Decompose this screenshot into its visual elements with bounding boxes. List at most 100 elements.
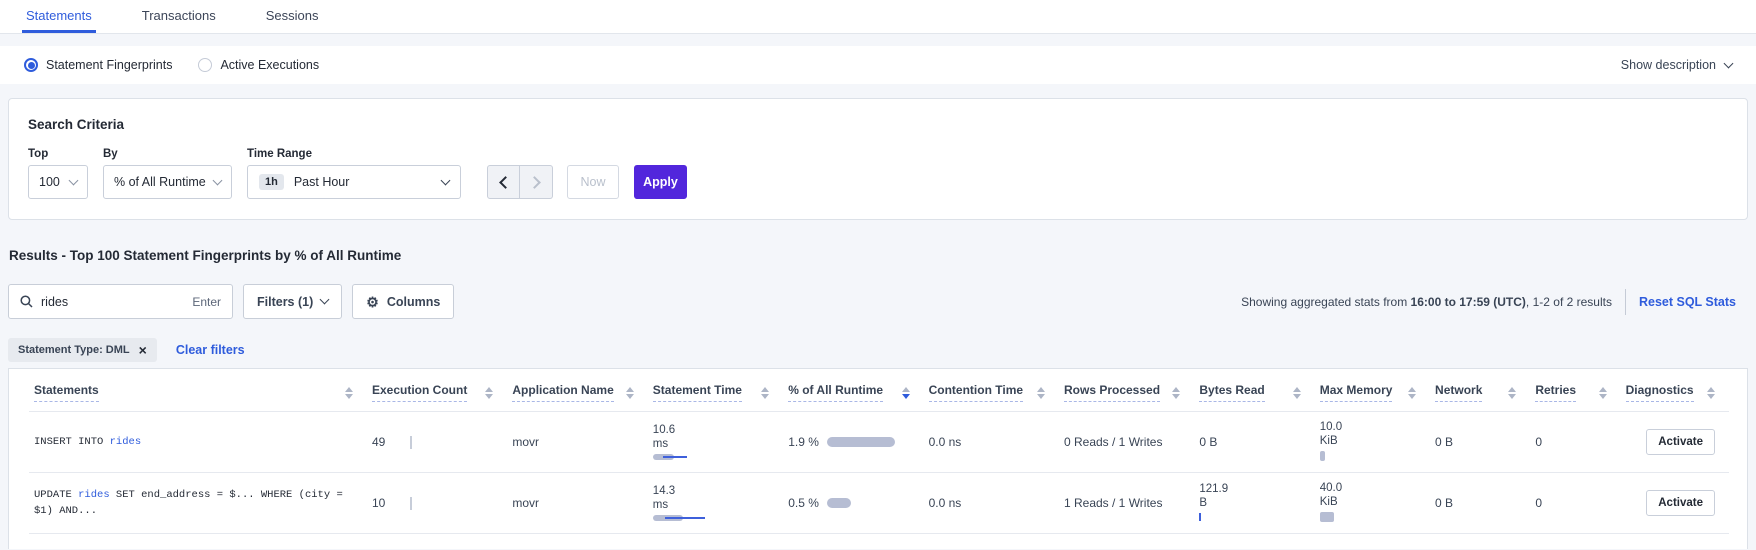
col-header-max-memory[interactable]: Max Memory (1315, 369, 1430, 412)
search-box: Enter (8, 284, 233, 319)
statement-time-cell: 10.6ms (648, 412, 783, 473)
time-range-label: Time Range (247, 148, 461, 160)
pct-runtime-bar (827, 437, 895, 447)
col-header-retries[interactable]: Retries (1530, 369, 1620, 412)
filters-button[interactable]: Filters (1) (243, 284, 342, 319)
max-memory-bar (1320, 451, 1325, 461)
contention-time-cell: 0.0 ns (924, 412, 1059, 473)
bytes-read-bar (1199, 513, 1201, 521)
by-label: By (103, 148, 232, 160)
col-header-application-name[interactable]: Application Name (507, 369, 647, 412)
time-range-badge: 1h (259, 174, 284, 190)
col-header-pct-of-all-runtime[interactable]: % of All Runtime (783, 369, 923, 412)
col-header-rows-processed[interactable]: Rows Processed (1059, 369, 1194, 412)
filter-chip-statement-type: Statement Type: DML × (8, 338, 157, 362)
sort-icon (761, 387, 769, 399)
statement-cell: INSERT INTO rides (29, 412, 367, 473)
col-header-contention-time[interactable]: Contention Time (924, 369, 1059, 412)
rows-processed-cell: 0 Reads / 1 Writes (1059, 412, 1194, 473)
activate-diagnostics-button[interactable]: Activate (1646, 490, 1715, 516)
time-range-value: Past Hour (294, 175, 432, 189)
contention-time-cell: 0.0 ns (924, 473, 1059, 534)
chevron-down-icon (1724, 58, 1734, 68)
sort-icon (1707, 387, 1715, 399)
pct-runtime-cell: 1.9 % (783, 412, 923, 473)
table-row: INSERT INTO rides 49 movr 10.6ms 1.9 % 0… (29, 412, 1729, 473)
diagnostics-cell: Activate (1621, 412, 1729, 473)
by-field: By % of All Runtime (103, 148, 232, 199)
remove-filter-icon[interactable]: × (139, 343, 147, 357)
top-field: Top 100 (28, 148, 88, 199)
radio-label: Active Executions (220, 58, 319, 72)
sort-icon (1172, 387, 1180, 399)
show-description-label: Show description (1621, 58, 1716, 72)
statement-link[interactable]: rides (110, 436, 142, 448)
bytes-read-cell: 121.9B (1194, 473, 1314, 534)
col-header-diagnostics[interactable]: Diagnostics (1621, 369, 1729, 412)
apply-button[interactable]: Apply (634, 165, 687, 199)
columns-button[interactable]: ⚙ Columns (352, 284, 454, 319)
time-range-select[interactable]: 1h Past Hour (247, 165, 461, 199)
statement-cell: UPDATE rides SET end_address = $... WHER… (29, 473, 367, 534)
tab-sessions[interactable]: Sessions (262, 0, 323, 33)
filter-chip-row: Statement Type: DML × Clear filters (8, 338, 1748, 362)
chevron-right-icon (528, 176, 541, 189)
stats-range: 16:00 to 17:59 (UTC) (1411, 295, 1526, 309)
sort-icon (1599, 387, 1607, 399)
filter-chip-label: Statement Type: DML (18, 344, 130, 356)
col-header-statement-time[interactable]: Statement Time (648, 369, 783, 412)
sort-icon (1408, 387, 1416, 399)
now-button[interactable]: Now (567, 165, 619, 199)
retries-cell: 0 (1530, 412, 1620, 473)
statements-table-card: Statements Execution Count Application N… (8, 368, 1748, 549)
show-description-toggle[interactable]: Show description (1621, 58, 1732, 72)
network-cell: 0 B (1430, 473, 1530, 534)
time-pager (487, 165, 553, 199)
retries-cell: 0 (1530, 473, 1620, 534)
sort-icon (626, 387, 634, 399)
network-cell: 0 B (1430, 412, 1530, 473)
col-header-bytes-read[interactable]: Bytes Read (1194, 369, 1314, 412)
stats-summary: Showing aggregated stats from 16:00 to 1… (1241, 295, 1612, 309)
execution-count-cell: 49 (367, 412, 507, 473)
col-header-network[interactable]: Network (1430, 369, 1530, 412)
gear-icon: ⚙ (366, 295, 379, 309)
chevron-down-icon (213, 175, 223, 185)
time-range-field: Time Range 1h Past Hour (247, 148, 461, 199)
tab-statements[interactable]: Statements (22, 0, 96, 33)
search-icon (20, 295, 33, 308)
filters-button-label: Filters (1) (257, 295, 313, 309)
bytes-read-cell: 0 B (1194, 412, 1314, 473)
radio-label: Statement Fingerprints (46, 58, 172, 72)
col-header-execution-count[interactable]: Execution Count (367, 369, 507, 412)
prev-time-button[interactable] (487, 165, 520, 199)
search-input[interactable] (41, 295, 184, 309)
col-header-statements[interactable]: Statements (29, 369, 367, 412)
search-criteria-title: Search Criteria (28, 117, 1728, 132)
statement-link[interactable]: rides (78, 489, 110, 501)
radio-selected-icon (24, 58, 38, 72)
search-criteria-card: Search Criteria Top 100 By % of All Runt… (8, 98, 1748, 220)
columns-button-label: Columns (387, 295, 440, 309)
top-select[interactable]: 100 (28, 165, 88, 199)
radio-active-executions[interactable]: Active Executions (198, 58, 319, 72)
pct-runtime-cell: 0.5 % (783, 473, 923, 534)
next-time-button[interactable] (520, 165, 553, 199)
reset-sql-stats-link[interactable]: Reset SQL Stats (1639, 295, 1736, 309)
activate-diagnostics-button[interactable]: Activate (1646, 429, 1715, 455)
application-name-cell: movr (507, 473, 647, 534)
chevron-down-icon (69, 175, 79, 185)
rows-processed-cell: 1 Reads / 1 Writes (1059, 473, 1194, 534)
chevron-down-icon (320, 295, 330, 305)
sort-icon (1508, 387, 1516, 399)
pct-runtime-bar (827, 498, 851, 508)
by-select[interactable]: % of All Runtime (103, 165, 232, 199)
tab-transactions[interactable]: Transactions (138, 0, 220, 33)
clear-filters-link[interactable]: Clear filters (176, 343, 245, 357)
count-bar (410, 436, 412, 449)
top-label: Top (28, 148, 88, 160)
chevron-down-icon (441, 175, 451, 185)
divider (1625, 289, 1626, 315)
by-select-value: % of All Runtime (114, 175, 206, 189)
radio-statement-fingerprints[interactable]: Statement Fingerprints (24, 58, 172, 72)
